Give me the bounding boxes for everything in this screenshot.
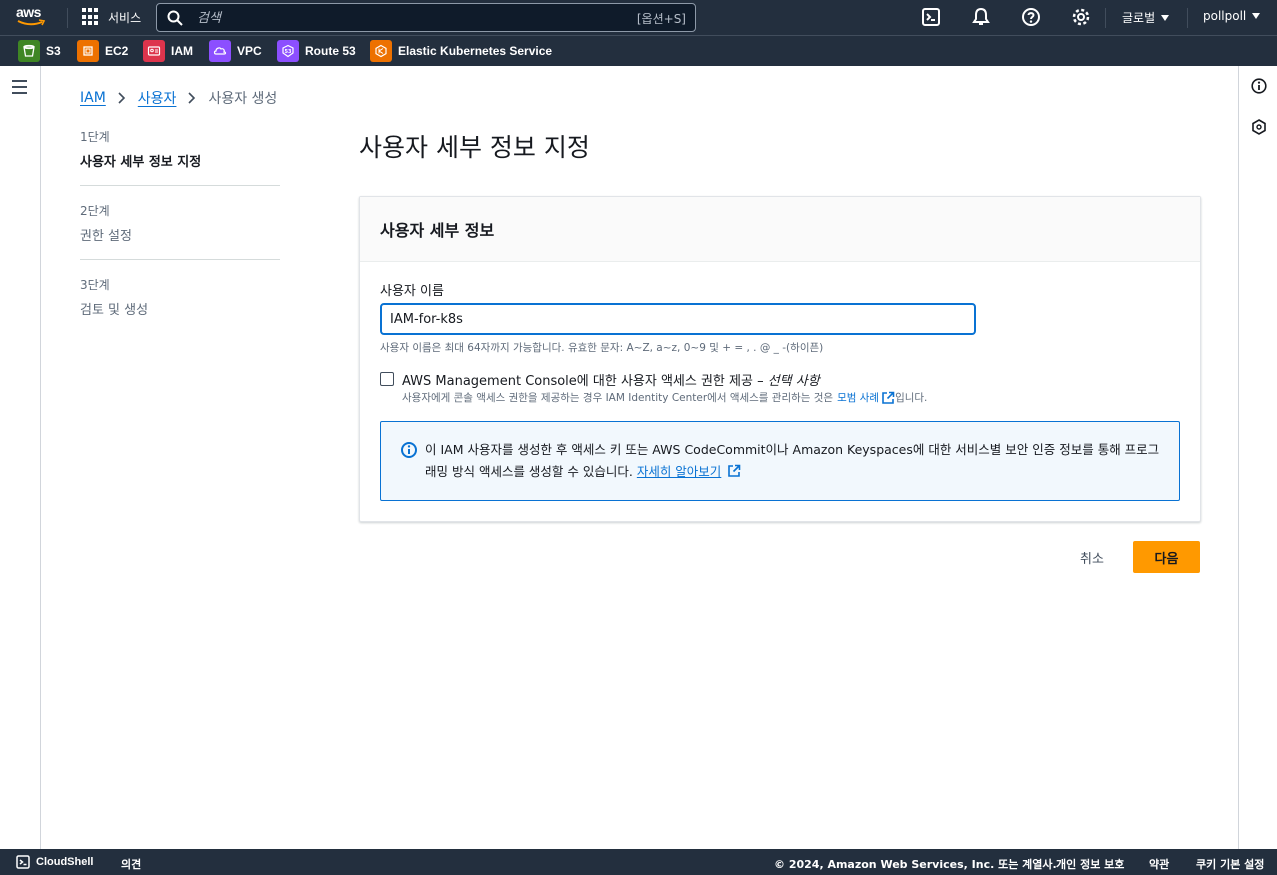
account-menu[interactable]: pollpoll [1203, 9, 1261, 23]
services-label: 서비스 [108, 10, 142, 25]
username-input[interactable] [380, 303, 976, 335]
account-label: pollpoll [1203, 9, 1247, 23]
hamburger-menu-icon[interactable] [12, 80, 27, 98]
svg-text:53: 53 [285, 49, 292, 55]
favorite-eks[interactable]: Elastic Kubernetes Service [370, 40, 552, 62]
notification-bell-icon[interactable] [971, 7, 991, 27]
console-access-label[interactable]: AWS Management Console에 대한 사용자 액세스 권한 제공… [402, 370, 820, 389]
favorite-route53[interactable]: 53 Route 53 [277, 40, 356, 62]
cancel-button[interactable]: 취소 [1068, 542, 1116, 573]
iam-id-card-icon [143, 40, 165, 62]
breadcrumb-link-iam[interactable]: IAM [80, 90, 106, 106]
s3-bucket-icon [18, 40, 40, 62]
favorite-label: Elastic Kubernetes Service [398, 44, 553, 58]
services-menu-button[interactable]: 서비스 [82, 8, 141, 26]
favorite-vpc[interactable]: VPC [209, 40, 262, 62]
console-access-label-text: AWS Management Console에 대한 사용자 액세스 권한 제공… [402, 374, 764, 389]
console-access-description: 사용자에게 콘솔 액세스 권한을 제공하는 경우 IAM Identity Ce… [402, 390, 927, 405]
privacy-link[interactable]: 개인 정보 보호 [1056, 856, 1124, 872]
nav-divider [1187, 8, 1188, 28]
step-number: 3단계 [80, 278, 110, 292]
step-number: 2단계 [80, 204, 110, 218]
region-selector[interactable]: 글로벌 [1122, 9, 1170, 26]
best-practice-link[interactable]: 모범 사례 [837, 390, 879, 405]
external-link-icon[interactable] [727, 464, 741, 478]
info-circle-icon [401, 442, 417, 458]
step-title: 권한 설정 [80, 229, 132, 244]
username-hint: 사용자 이름은 최대 64자까지 가능합니다. 유효한 문자: A~Z, a~z… [380, 342, 824, 354]
nav-divider [1105, 8, 1106, 28]
panel-title: 사용자 세부 정보 [380, 221, 495, 240]
step-title: 사용자 세부 정보 지정 [80, 155, 202, 170]
info-panel-icon[interactable] [1251, 78, 1267, 94]
search-input[interactable] [197, 8, 597, 28]
page-title: 사용자 세부 정보 지정 [359, 133, 590, 162]
favorite-iam[interactable]: IAM [143, 40, 193, 62]
cloudshell-icon [16, 855, 30, 869]
breadcrumb-current: 사용자 생성 [208, 91, 278, 107]
left-navigation-rail [0, 66, 41, 849]
aws-logo-text: aws [16, 4, 41, 20]
wizard-step-3: 3단계 검토 및 생성 [80, 276, 280, 334]
search-shortcut-hint: [옵션+S] [636, 12, 686, 26]
wizard-steps: 1단계 사용자 세부 정보 지정 2단계 권한 설정 3단계 검토 및 생성 [80, 128, 280, 350]
username-label: 사용자 이름 [380, 284, 444, 299]
settings-gear-icon[interactable] [1071, 7, 1091, 27]
chevron-right-icon [118, 92, 125, 104]
wizard-step-2: 2단계 권한 설정 [80, 202, 280, 260]
favorite-label: Route 53 [305, 44, 356, 58]
terms-link[interactable]: 약관 [1149, 856, 1169, 872]
feedback-link[interactable]: 의견 [121, 856, 141, 872]
footer: CloudShell 의견 © 2024, Amazon Web Service… [0, 849, 1277, 875]
aws-logo[interactable]: aws [16, 5, 52, 29]
favorite-label: VPC [237, 44, 262, 58]
nav-divider [67, 8, 68, 28]
external-link-icon[interactable] [881, 391, 895, 405]
wizard-step-1: 1단계 사용자 세부 정보 지정 [80, 128, 280, 186]
copyright-text: © 2024, Amazon Web Services, Inc. 또는 계열사… [774, 858, 1057, 871]
aws-smile-icon [17, 19, 46, 26]
next-button[interactable]: 다음 [1133, 541, 1200, 573]
caret-down-icon [1252, 13, 1261, 19]
favorite-s3[interactable]: S3 [18, 40, 61, 62]
help-icon[interactable] [1021, 7, 1041, 27]
console-access-suffix: 입니다. [895, 392, 928, 404]
cookie-preferences-link[interactable]: 쿠키 기본 설정 [1196, 856, 1264, 872]
console-access-checkbox[interactable] [380, 372, 394, 386]
search-bar[interactable]: [옵션+S] [156, 3, 696, 32]
vpc-cloud-icon [209, 40, 231, 62]
cloudshell-icon[interactable] [921, 7, 941, 27]
caret-down-icon [1161, 14, 1170, 21]
user-details-panel: 사용자 세부 정보 사용자 이름 사용자 이름은 최대 64자까지 가능합니다.… [359, 196, 1201, 522]
optional-label: 선택 사항 [767, 374, 820, 389]
console-access-desc-text: 사용자에게 콘솔 액세스 권한을 제공하는 경우 IAM Identity Ce… [402, 392, 834, 404]
resources-hexagon-icon[interactable] [1251, 119, 1267, 135]
region-label: 글로벌 [1122, 11, 1156, 25]
cloudshell-button[interactable]: CloudShell [16, 855, 93, 869]
eks-hexagon-icon [370, 40, 392, 62]
favorite-label: EC2 [105, 44, 129, 58]
search-icon [167, 10, 183, 26]
step-title: 검토 및 생성 [80, 303, 149, 318]
breadcrumb-link-users[interactable]: 사용자 [138, 88, 177, 108]
cloudshell-label: CloudShell [36, 856, 94, 868]
route53-shield-icon: 53 [277, 40, 299, 62]
favorites-bar: S3 EC2 IAM VPC 53 Route 53 Elastic Kuber… [0, 35, 1277, 66]
panel-header: 사용자 세부 정보 [360, 197, 1200, 262]
breadcrumb: IAM 사용자 사용자 생성 [80, 88, 277, 108]
info-alert-text: 이 IAM 사용자를 생성한 후 액세스 키 또는 AWS CodeCommit… [425, 439, 1165, 483]
grid-icon [82, 8, 100, 26]
learn-more-link[interactable]: 자세히 알아보기 [637, 464, 721, 479]
info-alert-message: 이 IAM 사용자를 생성한 후 액세스 키 또는 AWS CodeCommit… [425, 442, 1160, 479]
info-alert: 이 IAM 사용자를 생성한 후 액세스 키 또는 AWS CodeCommit… [380, 421, 1180, 501]
top-navigation: aws 서비스 [옵션+S] 글로벌 [0, 0, 1277, 35]
favorite-ec2[interactable]: EC2 [77, 40, 128, 62]
step-number: 1단계 [80, 130, 110, 144]
ec2-chip-icon [77, 40, 99, 62]
favorite-label: IAM [171, 44, 193, 58]
right-tools-rail [1238, 66, 1277, 849]
chevron-right-icon [188, 92, 196, 104]
favorite-label: S3 [46, 44, 61, 58]
